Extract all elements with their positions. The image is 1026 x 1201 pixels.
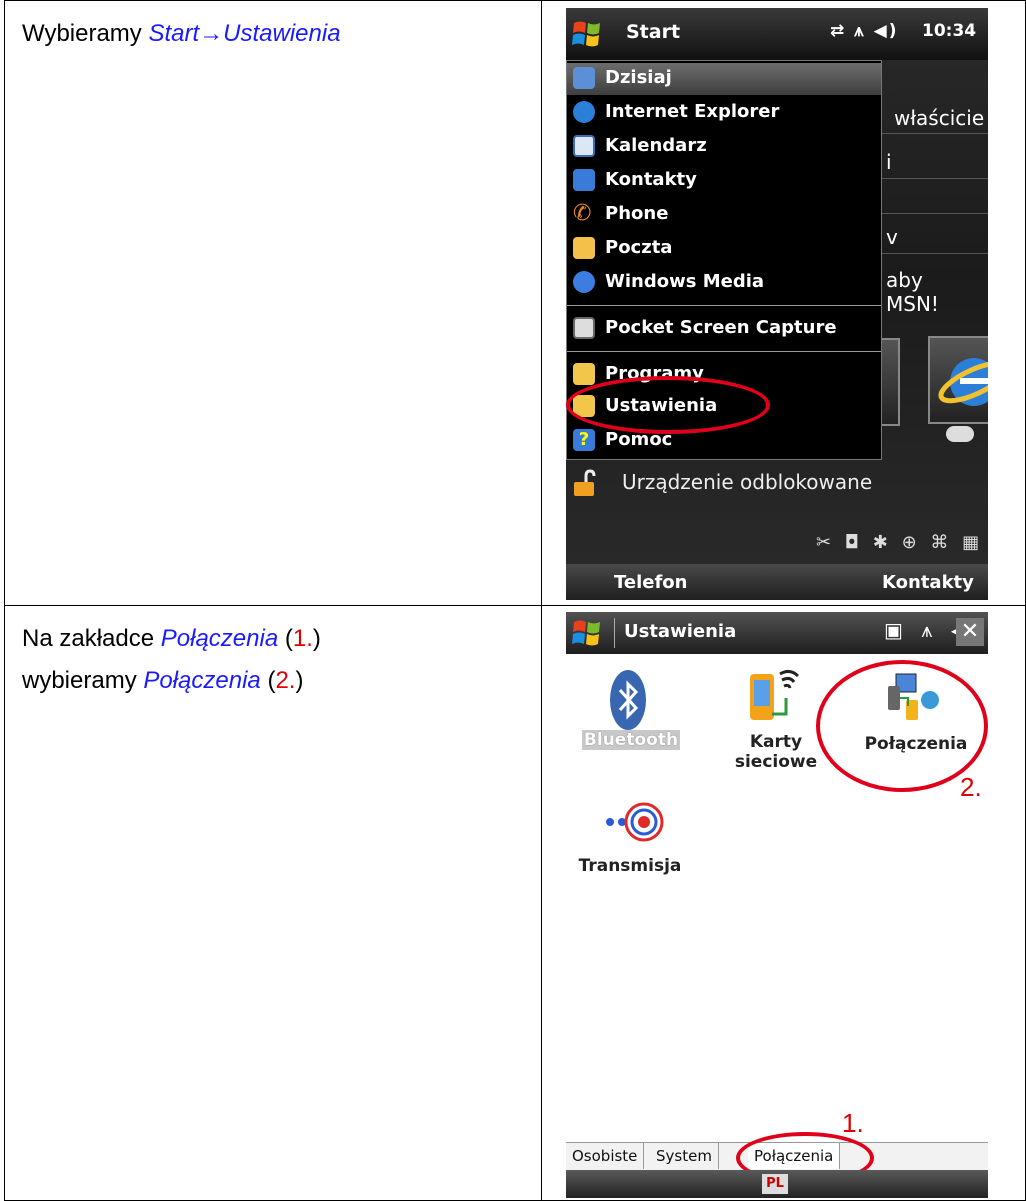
title-separator [614,618,615,648]
menu-item-kalendarz[interactable]: Kalendarz [567,131,881,163]
divider [866,133,988,134]
bluetooth-label[interactable]: Bluetooth [576,730,686,750]
phone-shortcut-tile[interactable] [882,338,900,426]
annotation-step-1: 1. [842,1108,864,1138]
menu-item-kontakty[interactable]: Kontakty [567,165,881,197]
window-title: Start [626,21,681,43]
step-number: 2. [275,667,296,694]
menu-item-dzisiaj[interactable]: Dzisiaj [567,63,881,95]
menu-item-label: Kalendarz [605,135,707,156]
lock-status[interactable]: Urządzenie odblokowane [622,470,872,494]
contacts-icon [573,169,595,191]
paren: ) [312,625,321,652]
windows-start-icon[interactable] [570,17,604,51]
windows-start-icon[interactable] [570,616,604,650]
instruction-link: Start→Ustawienia [148,20,341,47]
divider [866,213,988,214]
menu-item-poczta[interactable]: Poczta [567,233,881,265]
row1-instruction-cell: Wybieramy Start→Ustawienia [4,0,542,606]
tab-osobiste[interactable]: Osobiste [566,1143,645,1169]
softkey-left[interactable]: Telefon [614,572,688,593]
bluetooth-label-text: Bluetooth [581,730,681,750]
network-cards-label[interactable]: Karty sieciowe [734,732,818,772]
beam-label[interactable]: Transmisja [570,856,690,876]
internet-explorer-icon [573,101,595,123]
unlock-icon[interactable] [572,468,596,498]
row1-instruction: Wybieramy Start→Ustawienia [5,1,541,55]
menu-item-label: Pocket Screen Capture [605,317,837,338]
start-menu-screenshot: Start ⇄ ⩚ ◀) 10:34 właścicie i v aby MSN… [566,8,988,600]
beam-icon[interactable] [604,798,668,846]
today-fragment: MSN! [886,292,939,316]
mail-icon [573,237,595,259]
tray-icons[interactable]: ✂ ◘ ✱ ⊕ ⌘ ▦ [816,532,983,553]
paren: ( [278,625,293,652]
softkey-right[interactable]: Kontakty [882,572,974,593]
menu-item-label: Internet Explorer [605,101,780,122]
menu-separator [567,305,881,306]
annotation-step-2: 2. [960,772,982,802]
programs-folder-icon [573,363,595,385]
help-icon: ? [573,429,595,451]
paren: ( [260,667,276,694]
today-icon [573,67,595,89]
paren: ) [295,667,304,694]
menu-separator [567,351,881,352]
row2-line2: wybieramy Połączenia (2.) [22,660,541,702]
windows-media-icon [573,271,595,293]
row2-line1: Na zakładce Połączenia (1.) [22,618,541,660]
bluetooth-icon[interactable] [608,668,648,732]
input-panel-bar: PL [566,1170,988,1198]
camera-icon [573,317,595,339]
instruction-link: Połączenia [160,625,279,652]
title-bar: Start ⇄ ⩚ ◀) 10:34 [566,8,988,60]
clock[interactable]: 10:34 [922,21,976,41]
row2-instruction: Na zakładce Połączenia (1.) wybieramy Po… [5,606,541,702]
menu-item-label: Kontakty [605,169,697,190]
menu-item-phone[interactable]: ✆ Phone [567,199,881,231]
today-fragment: aby [886,268,923,292]
softkey-bar: Telefon Kontakty [566,564,988,600]
divider [866,178,988,179]
today-fragment-owner: właścicie [894,106,985,130]
instruction-text: wybieramy [22,667,144,694]
connectivity-signal-volume-icons[interactable]: ⇄ ⩚ ◀) [830,21,899,41]
highlight-ellipse-ustawienia [566,376,770,434]
settings-screenshot: Ustawienia ▣ ⩚ ◀ ✕ Bluetooth Karty sieci… [566,612,988,1198]
today-fragment: i [886,150,892,174]
menu-item-windows-media[interactable]: Windows Media [567,267,881,299]
menu-item-pomoc[interactable]: ? Pomoc [567,425,881,457]
divider [866,253,988,254]
window-title: Ustawienia [624,621,737,642]
instruction-link: Połączenia [143,667,261,694]
input-language-indicator[interactable]: PL [762,1174,788,1194]
step-number: 1. [292,625,313,652]
tab-system[interactable]: System [650,1143,719,1169]
internet-explorer-icon [938,358,988,406]
internet-explorer-tile[interactable] [928,336,988,424]
menu-item-internet-explorer[interactable]: Internet Explorer [567,97,881,129]
row2-instruction-cell: Na zakładce Połączenia (1.) wybieramy Po… [4,605,542,1201]
menu-item-label: Dzisiaj [605,67,672,88]
instruction-text: Wybieramy [22,20,149,47]
network-cards-icon[interactable] [746,664,802,728]
menu-item-label: Poczta [605,237,673,258]
instruction-text: Na zakładce [22,625,161,652]
menu-item-label: Windows Media [605,271,765,292]
phone-icon: ✆ [573,201,592,226]
today-fragment: v [886,225,898,249]
menu-item-pocket-screen-capture[interactable]: Pocket Screen Capture [567,313,881,345]
menu-item-label: Phone [605,203,669,224]
title-bar: Ustawienia ▣ ⩚ ◀ ✕ [566,612,988,654]
scroll-down-button[interactable] [946,426,974,442]
calendar-icon [573,135,595,157]
close-button[interactable]: ✕ [956,618,984,646]
